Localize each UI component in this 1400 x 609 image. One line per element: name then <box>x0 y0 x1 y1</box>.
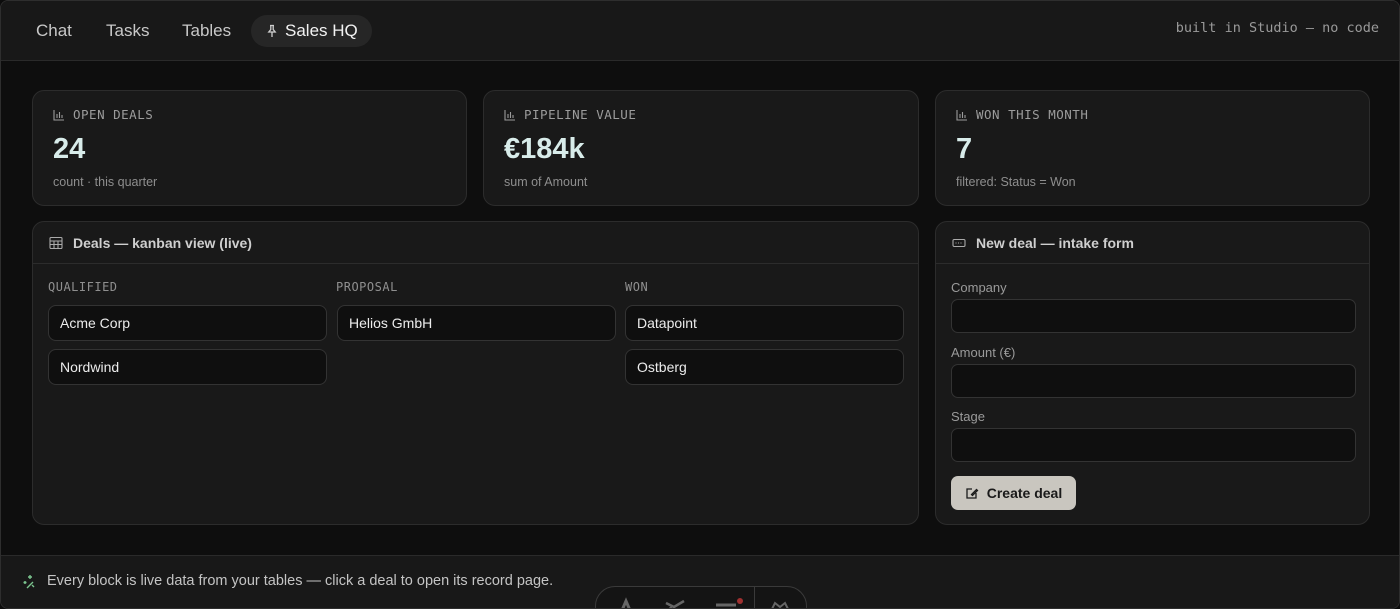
footer-hint: Every block is live data from your table… <box>21 573 553 589</box>
deal-card[interactable]: Nordwind <box>48 349 327 385</box>
form-title: New deal — intake form <box>976 234 1134 251</box>
stat-label-text: PIPELINE VALUE <box>524 107 637 122</box>
dock-separator <box>754 587 755 608</box>
company-label: Company <box>951 280 1007 295</box>
stat-card-won-this-month: WON THIS MONTH 7 filtered: Status = Won <box>935 90 1370 206</box>
stat-subtitle: count · this quarter <box>53 175 158 189</box>
footer-bar: Every block is live data from your table… <box>1 555 1399 609</box>
deal-card[interactable]: Acme Corp <box>48 305 327 341</box>
create-deal-label: Create deal <box>986 485 1063 501</box>
stat-label: WON THIS MONTH <box>956 107 1088 122</box>
top-nav-bar: Chat Tasks Tables Sales HQ built in Stud… <box>1 1 1399 61</box>
app-window: Chat Tasks Tables Sales HQ built in Stud… <box>0 0 1400 609</box>
app-icon[interactable] <box>616 597 636 609</box>
stat-label-text: WON THIS MONTH <box>976 107 1089 122</box>
tab-tables[interactable]: Tables <box>182 15 231 47</box>
deal-card[interactable]: Datapoint <box>625 305 904 341</box>
column-title-won: WON <box>625 280 649 294</box>
tab-sales-hq[interactable]: Sales HQ <box>251 15 372 47</box>
bar-chart-icon <box>956 109 967 121</box>
stat-subtitle: filtered: Status = Won <box>956 175 1076 189</box>
status-icon[interactable] <box>714 597 744 609</box>
dock <box>595 586 807 609</box>
stat-card-pipeline-value: PIPELINE VALUE €184k sum of Amount <box>483 90 919 206</box>
stat-value: 24 <box>53 133 86 165</box>
stat-subtitle: sum of Amount <box>504 175 588 189</box>
stat-label: OPEN DEALS <box>53 107 153 122</box>
amount-field[interactable] <box>951 364 1356 398</box>
settings-icon[interactable] <box>768 597 792 609</box>
stat-label: PIPELINE VALUE <box>504 107 636 122</box>
deal-card[interactable]: Ostberg <box>625 349 904 385</box>
amount-label: Amount (€) <box>951 345 1016 360</box>
table-icon <box>49 236 63 249</box>
kanban-title: Deals — kanban view (live) <box>73 234 252 251</box>
form-header: New deal — intake form <box>936 222 1369 264</box>
stat-card-open-deals: OPEN DEALS 24 count · this quarter <box>32 90 467 206</box>
create-deal-button[interactable]: Create deal <box>951 476 1076 510</box>
stage-field[interactable] <box>951 428 1356 462</box>
column-title-proposal: PROPOSAL <box>336 280 398 294</box>
bar-chart-icon <box>504 109 515 121</box>
tab-chat[interactable]: Chat <box>36 15 72 47</box>
intake-form-panel: New deal — intake form Company Amount (€… <box>935 221 1370 525</box>
stat-value: 7 <box>956 133 973 165</box>
stat-label-text: OPEN DEALS <box>73 107 154 122</box>
company-field[interactable] <box>951 299 1356 333</box>
kanban-header: Deals — kanban view (live) <box>33 222 918 264</box>
footer-text: Every block is live data from your table… <box>47 573 554 589</box>
pin-icon <box>267 24 277 37</box>
kanban-panel: Deals — kanban view (live) QUALIFIED Acm… <box>32 221 919 525</box>
deal-card[interactable]: Helios GmbH <box>337 305 616 341</box>
column-title-qualified: QUALIFIED <box>48 280 118 294</box>
stat-value: €184k <box>504 133 585 165</box>
tool-icon[interactable] <box>664 597 686 609</box>
tab-sales-hq-label: Sales HQ <box>285 21 358 40</box>
form-icon <box>952 238 966 247</box>
tab-tasks[interactable]: Tasks <box>106 15 149 47</box>
bar-chart-icon <box>53 109 64 121</box>
sparkle-icon <box>23 575 35 589</box>
edit-icon <box>966 488 979 499</box>
stage-label: Stage <box>951 409 985 424</box>
tagline: built in Studio — no code <box>1175 20 1379 36</box>
